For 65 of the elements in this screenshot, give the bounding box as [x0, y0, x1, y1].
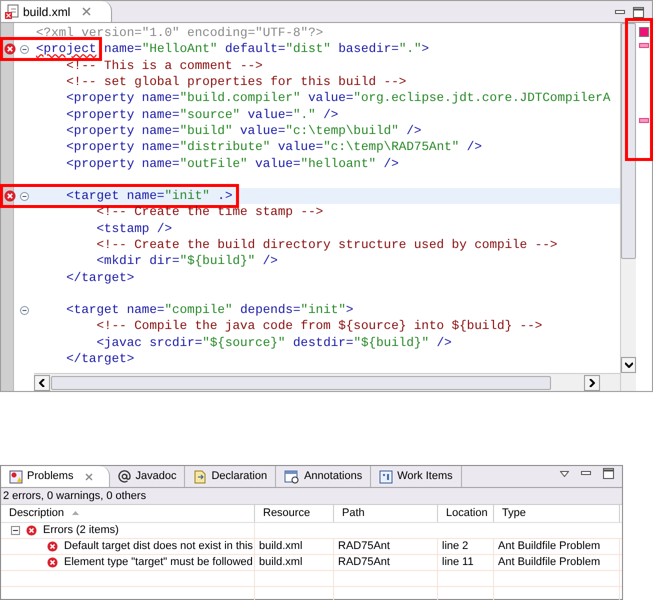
table-cell: line 11 — [442, 554, 474, 570]
code-line: <!-- Create the build directory structure used by compile --> — [95, 237, 558, 253]
code-line: </target> — [65, 351, 134, 368]
table-cell: build.xml — [259, 538, 302, 554]
maximize-icon[interactable] — [603, 468, 614, 479]
code-line: <property name="build" value="c:\temp\build" /> — [65, 122, 422, 139]
table-cell: Element type "target" must be followed — [64, 554, 253, 570]
code-line: <target name="init" .> — [65, 188, 233, 204]
error-marker — [639, 43, 649, 48]
code-line: <property name="outFile" value="helloant" /> — [65, 156, 399, 172]
table-cell: RAD75Ant — [338, 554, 390, 570]
code-line: <mkdir dir="${build}" /> — [95, 253, 278, 270]
code-line: <!-- This is a comment --> — [65, 58, 263, 74]
error-icon — [47, 556, 58, 568]
code-line: <!-- Create the time stamp --> — [95, 204, 324, 220]
code-line: <target name="compile" depends="init"> — [65, 302, 354, 318]
code-line: <?xml version="1.0" encoding="UTF-8"?> — [35, 25, 324, 42]
column-header[interactable]: Type — [494, 505, 620, 522]
code-line: <property name="build.compiler" value="org.eclipse.jdt.core.JDTCompilerA — [65, 90, 610, 106]
code-line: </target> — [65, 270, 134, 286]
collapse-icon[interactable] — [11, 526, 20, 534]
collapse-icon[interactable] — [20, 44, 29, 54]
column-header[interactable]: Path — [334, 505, 438, 522]
close-icon[interactable] — [82, 7, 92, 16]
column-header[interactable]: Description — [1, 505, 255, 522]
error-summary-marker — [639, 27, 649, 37]
table-cell: build.xml — [259, 554, 302, 570]
declaration-icon — [193, 470, 208, 484]
code-line: <property name="distribute" value="c:\temp\RAD75Ant" /> — [65, 139, 482, 156]
view-tab[interactable]: Problems — [1, 466, 110, 487]
code-line: <project name="HelloAnt" default="dist" basedir="."> — [35, 41, 430, 58]
annotations-icon — [284, 470, 300, 484]
table-cell: line 2 — [442, 538, 468, 554]
code-line: <!-- set global properties for this build --> — [65, 74, 406, 90]
maximize-icon[interactable] — [633, 7, 644, 18]
code-line: <property name="source" value="." /> — [65, 106, 338, 123]
error-marker — [639, 118, 649, 123]
group-label[interactable]: Errors (2 items) — [43, 522, 119, 538]
column-header[interactable]: Resource — [255, 505, 334, 522]
code-line: <!-- Compile the java code from ${source} into ${build} --> — [95, 318, 542, 334]
column-header[interactable]: Location — [438, 505, 494, 522]
close-icon[interactable] — [85, 472, 94, 480]
problems-summary: 2 errors, 0 warnings, 0 others — [1, 488, 622, 505]
collapse-icon[interactable] — [20, 192, 29, 201]
horizontal-scrollbar[interactable] — [34, 373, 620, 391]
table-cell: Ant Buildfile Problem — [498, 554, 600, 570]
table-cell: Default target dist does not exist in this — [64, 538, 253, 554]
collapse-icon[interactable] — [20, 306, 29, 315]
minimize-icon[interactable] — [615, 10, 625, 15]
code-line: <tstamp /> — [95, 220, 172, 237]
editor-tab[interactable]: build.xml — [1, 1, 112, 22]
tab-label: build.xml — [23, 4, 70, 20]
minimize-icon[interactable] — [581, 471, 591, 476]
ant-file-icon — [5, 4, 19, 20]
scrollbar-thumb[interactable] — [51, 376, 551, 390]
vertical-scrollbar[interactable] — [620, 23, 636, 391]
error-icon — [26, 524, 37, 536]
at-sign-icon — [118, 470, 132, 483]
code-line: <javac srcdir="${source}" destdir="${build}" /> — [95, 334, 452, 351]
work-items-icon — [379, 470, 394, 484]
table-cell: RAD75Ant — [338, 538, 390, 554]
table-cell: Ant Buildfile Problem — [498, 538, 600, 554]
error-icon — [47, 540, 58, 552]
view-menu-icon[interactable] — [560, 470, 569, 476]
problems-icon — [9, 470, 23, 484]
